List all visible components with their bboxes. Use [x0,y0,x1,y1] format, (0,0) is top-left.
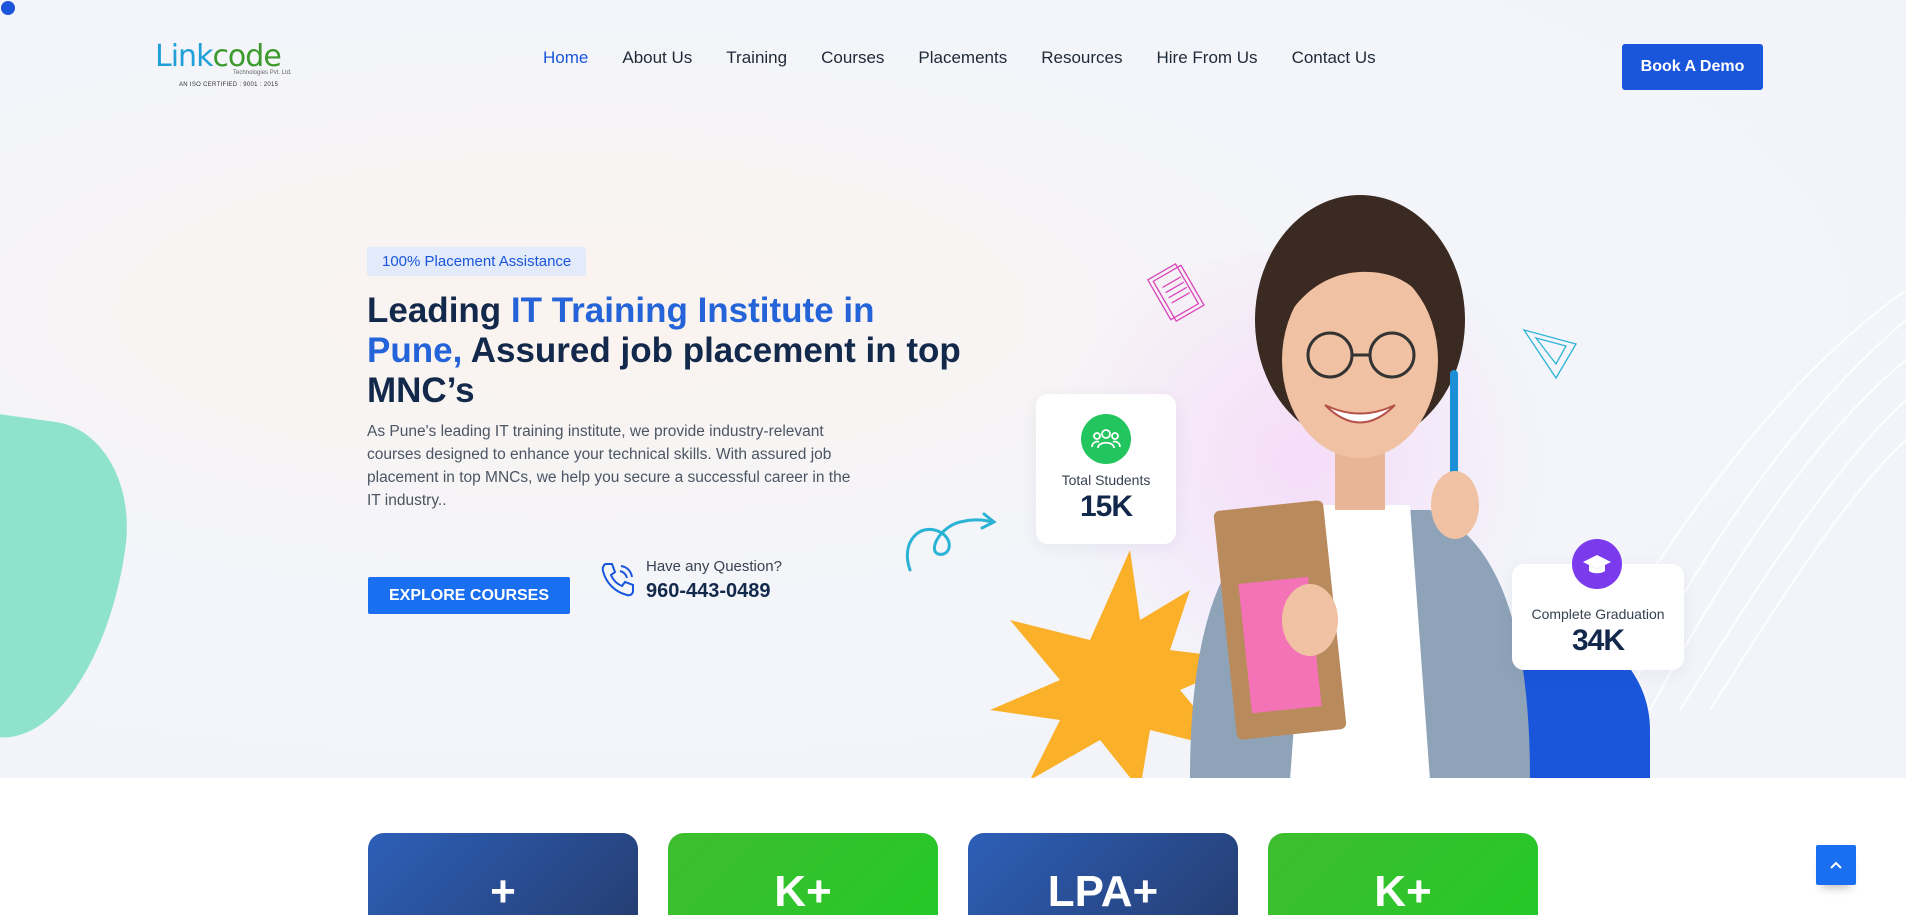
nav-hire-from-us[interactable]: Hire From Us [1157,48,1258,68]
nav-home[interactable]: Home [543,48,588,68]
main-nav: Home About Us Training Courses Placement… [543,48,1410,68]
decorative-blob [0,409,142,751]
stat-tile: + [368,833,638,915]
scroll-to-top-button[interactable] [1816,845,1856,885]
total-students-card: Total Students 15K [1036,394,1176,544]
complete-graduation-card: Complete Graduation 34K [1512,539,1684,670]
logo[interactable]: Linkcode Technologies Pvt. Ltd. AN ISO C… [155,40,310,92]
phone-number[interactable]: 960-443-0489 [646,580,771,603]
nav-about-us[interactable]: About Us [622,48,692,68]
logo-subtitle: Technologies Pvt. Ltd. [233,70,292,76]
nav-contact-us[interactable]: Contact Us [1292,48,1376,68]
logo-wordmark: Linkcode [155,39,282,74]
placement-badge: 100% Placement Assistance [367,247,587,276]
total-students-label: Total Students [1061,472,1151,488]
student-image [1190,195,1530,778]
hero-description: As Pune's leading IT training institute,… [367,423,851,509]
stat-tile: LPA+ [968,833,1238,915]
phone-icon [601,563,634,597]
book-demo-button[interactable]: Book A Demo [1622,44,1763,90]
explore-courses-button[interactable]: EXPLORE COURSES [368,577,570,614]
graduation-cap-icon [1572,539,1622,589]
total-students-value: 15K [1079,490,1133,523]
complete-graduation-value: 34K [1571,624,1625,657]
stat-tile: K+ [1268,833,1538,915]
nav-courses[interactable]: Courses [821,48,884,68]
stats-tiles: + K+ LPA+ K+ [368,833,1538,915]
hero-headline: Leading IT Training Institute in Pune, A… [367,291,967,411]
corner-dot [1,1,15,15]
curly-arrow-icon [905,512,997,572]
nav-resources[interactable]: Resources [1041,48,1122,68]
headline-part-1: Leading [367,291,511,330]
nav-placements[interactable]: Placements [918,48,1007,68]
users-icon [1081,414,1131,464]
question-label: Have any Question? [646,558,782,575]
hero-section: Total Students 15K Complete Graduation 3… [0,0,1906,778]
complete-graduation-label: Complete Graduation [1531,606,1665,622]
nav-training[interactable]: Training [726,48,787,68]
logo-iso-text: AN ISO CERTIFIED : 9001 : 2015 [179,82,279,88]
stat-tile: K+ [668,833,938,915]
chevron-up-icon [1830,861,1842,869]
